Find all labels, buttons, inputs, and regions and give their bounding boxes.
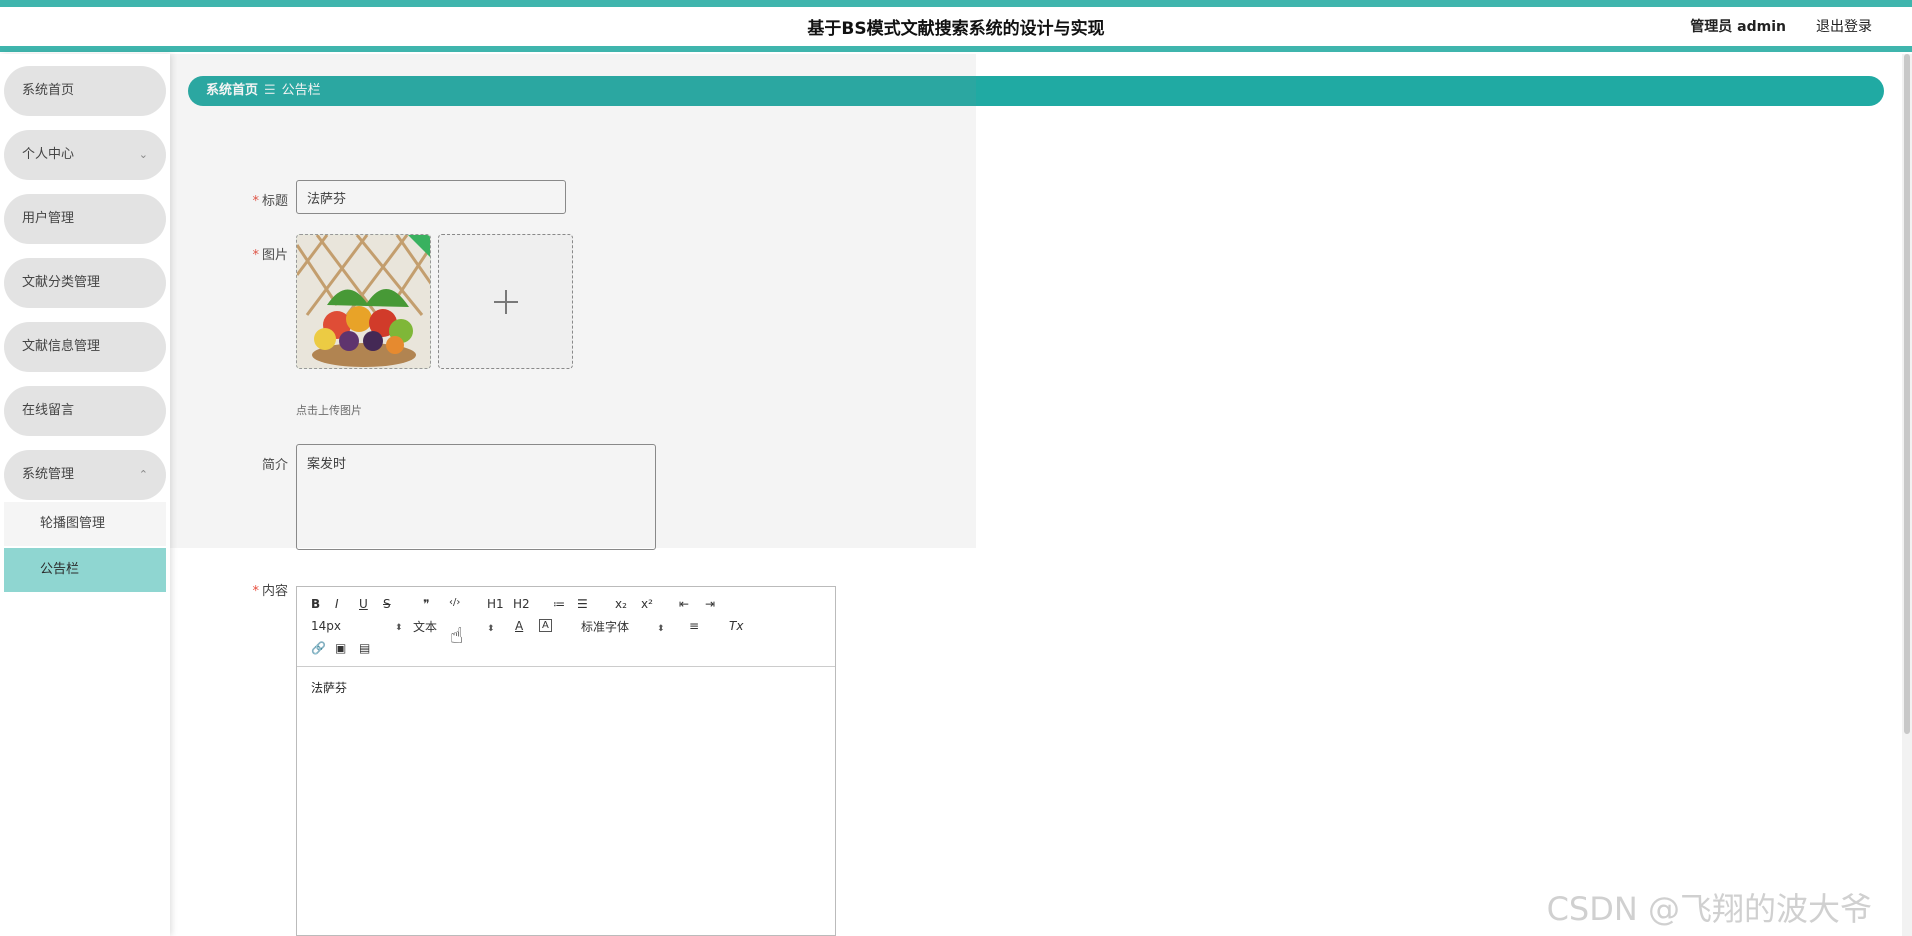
sidebar-item-label: 文献分类管理: [22, 275, 101, 290]
strike-button[interactable]: S: [383, 597, 391, 611]
outdent-icon[interactable]: ⇤: [679, 597, 689, 611]
code-icon[interactable]: ‹/›: [449, 597, 460, 608]
rich-text-editor: B I U S ❞ ‹/› H1 H2 ≔ ☰ x₂ x² ⇤ ⇥ 14px ⬍ …: [296, 586, 836, 936]
video-icon[interactable]: ▤: [359, 641, 370, 655]
title-label: * 标题: [252, 194, 288, 209]
current-user: 管理员 admin: [1690, 19, 1786, 35]
top-header: 基于BS模式文献搜索系统的设计与实现 管理员 admin 退出登录: [0, 0, 1912, 54]
sidebar-item-system[interactable]: 系统管理 ⌃: [4, 450, 166, 500]
sidebar-item-label: 个人中心: [22, 147, 75, 162]
subscript-button[interactable]: x₂: [615, 597, 627, 611]
image-icon[interactable]: ▣: [335, 641, 346, 655]
scrollbar-thumb[interactable]: [1904, 54, 1910, 734]
header-stripe-bottom: [0, 46, 1912, 52]
underline-button[interactable]: U: [359, 597, 368, 611]
editor-content[interactable]: 法萨芬: [311, 679, 347, 696]
sidebar-item-label: 文献信息管理: [22, 339, 101, 354]
h1-button[interactable]: H1: [487, 597, 504, 611]
logout-button[interactable]: 退出登录: [1816, 16, 1872, 36]
sidebar-item-category[interactable]: 文献分类管理: [4, 258, 166, 308]
content-label: * 内容: [252, 584, 288, 599]
sidebar-subitem-carousel[interactable]: 轮播图管理: [4, 502, 166, 546]
breadcrumb-current: 公告栏: [281, 83, 321, 98]
breadcrumb: 系统首页 ☰ 公告栏: [188, 76, 1884, 106]
ordered-list-icon[interactable]: ≔: [553, 597, 565, 611]
quote-icon[interactable]: ❞: [423, 597, 429, 611]
uploaded-image-thumbnail[interactable]: [296, 234, 431, 369]
upload-success-corner-icon: [408, 235, 430, 257]
bold-button[interactable]: B: [311, 597, 320, 611]
sidebar-item-profile[interactable]: 个人中心 ⌄: [4, 130, 166, 180]
intro-textarea[interactable]: 案发时: [296, 444, 656, 550]
indent-icon[interactable]: ⇥: [705, 597, 715, 611]
bullet-list-icon[interactable]: ☰: [577, 597, 588, 611]
sidebar-item-literature[interactable]: 文献信息管理: [4, 322, 166, 372]
sidebar-item-label: 系统管理: [22, 467, 75, 482]
sidebar-item-label: 在线留言: [22, 403, 75, 418]
superscript-button[interactable]: x²: [641, 597, 653, 611]
italic-button[interactable]: I: [335, 597, 339, 611]
sidebar-item-messages[interactable]: 在线留言: [4, 386, 166, 436]
page-scrollbar[interactable]: [1902, 54, 1912, 936]
sidebar-item-label: 用户管理: [22, 211, 75, 226]
chevron-down-icon: ⌄: [138, 148, 148, 161]
h2-button[interactable]: H2: [513, 597, 530, 611]
page-title: 基于BS模式文献搜索系统的设计与实现: [807, 19, 1105, 39]
align-icon[interactable]: ≡: [689, 619, 699, 633]
watermark-text: CSDN @飞翔的波大爷: [1546, 890, 1872, 928]
font-color-button[interactable]: A: [515, 619, 523, 633]
intro-label: 简介: [261, 458, 288, 473]
title-input[interactable]: [296, 180, 566, 214]
sidebar-item-label: 系统首页: [22, 83, 75, 98]
image-label: * 图片: [252, 248, 288, 263]
header-stripe-top: [0, 0, 1912, 7]
font-family-select[interactable]: 标准字体 ⬍: [581, 618, 665, 635]
clear-format-button[interactable]: Tx: [729, 619, 743, 633]
chevron-up-icon: ⌃: [138, 468, 148, 481]
background-color-button[interactable]: A: [539, 619, 552, 632]
upload-hint-text: 点击上传图片: [296, 404, 362, 417]
sidebar: 系统首页 个人中心 ⌄ 用户管理 文献分类管理 文献信息管理 在线留言 系统管理 ⌃…: [0, 54, 170, 936]
link-icon[interactable]: 🔗: [311, 641, 326, 655]
editor-toolbar: B I U S ❞ ‹/› H1 H2 ≔ ☰ x₂ x² ⇤ ⇥ 14px ⬍ …: [297, 587, 835, 667]
sidebar-item-home[interactable]: 系统首页: [4, 66, 166, 116]
plus-icon: [505, 290, 507, 314]
sidebar-subitem-notice[interactable]: 公告栏: [4, 548, 166, 592]
image-upload-button[interactable]: [438, 234, 573, 369]
font-size-select[interactable]: 14px ⬍: [311, 619, 403, 633]
sidebar-item-users[interactable]: 用户管理: [4, 194, 166, 244]
hand-cursor-icon: ☝: [450, 624, 464, 649]
breadcrumb-home[interactable]: 系统首页: [206, 83, 258, 98]
menu-icon: ☰: [264, 83, 276, 98]
